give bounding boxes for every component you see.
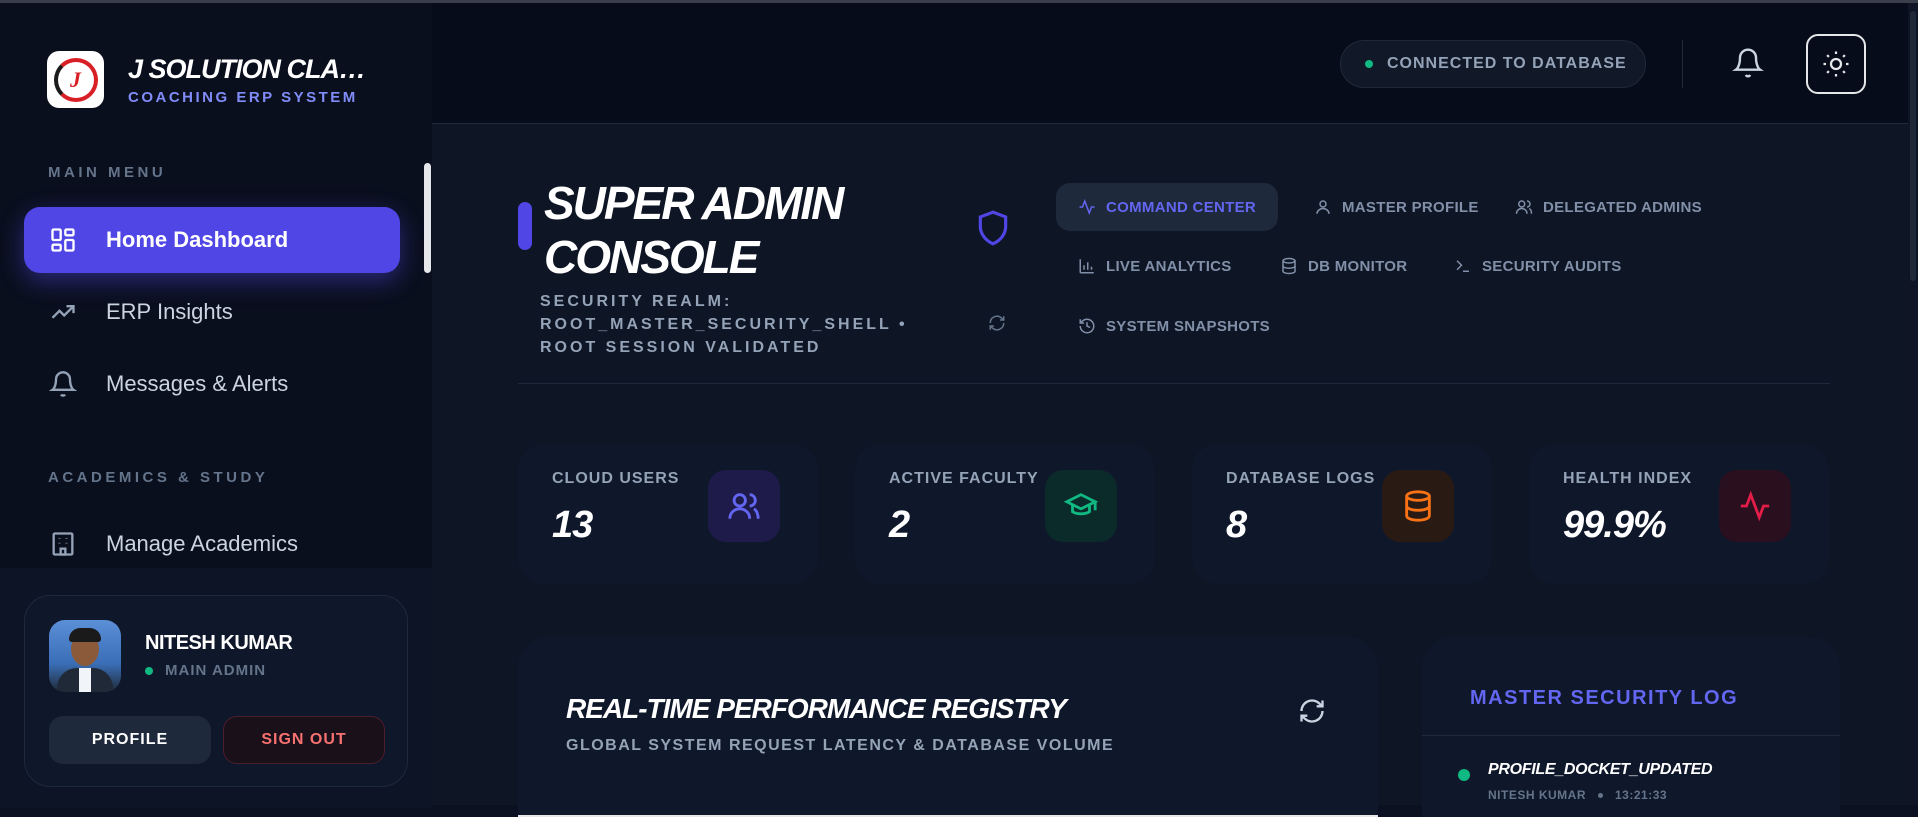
divider	[1682, 40, 1683, 88]
sign-out-button[interactable]: SIGN OUT	[223, 716, 385, 764]
stat-card-health-index[interactable]: HEALTH INDEX 99.9%	[1529, 444, 1829, 584]
log-event[interactable]: PROFILE_DOCKET_UPDATED	[1488, 761, 1713, 779]
divider	[1422, 735, 1840, 736]
stat-value: 2	[889, 504, 910, 546]
sidebar-footer: NITESH KUMAR MAIN ADMIN PROFILE SIGN OUT	[0, 568, 432, 808]
stat-card-database-logs[interactable]: DATABASE LOGS 8	[1192, 444, 1492, 584]
bell-icon	[48, 369, 78, 399]
log-status-dot	[1458, 769, 1470, 781]
sidebar-scrollbar[interactable]	[424, 163, 431, 273]
stat-value: 8	[1226, 504, 1247, 546]
graduation-cap-icon	[1045, 470, 1117, 542]
page-title: SUPER ADMIN CONSOLE	[544, 177, 844, 283]
sidebar-item-label: Manage Academics	[106, 531, 298, 556]
section-label-main-menu: MAIN MENU	[48, 164, 167, 181]
stat-label: ACTIVE FACULTY	[889, 470, 1039, 487]
sidebar: J J SOLUTION CLASSES COACHING ERP SYSTEM…	[0, 3, 432, 808]
database-status-badge: CONNECTED TO DATABASE	[1340, 40, 1646, 88]
shield-icon	[978, 210, 1008, 246]
title-accent-bar	[518, 202, 532, 250]
header-divider	[518, 383, 1830, 384]
terminal-icon	[1456, 260, 1469, 272]
user-role: MAIN ADMIN	[145, 662, 266, 679]
sidebar-item-label: ERP Insights	[106, 299, 233, 324]
master-security-log-card: MASTER SECURITY LOG PROFILE_DOCKET_UPDAT…	[1422, 637, 1840, 817]
stat-label: CLOUD USERS	[552, 470, 680, 487]
database-icon	[1282, 257, 1296, 275]
sidebar-item-home-dashboard[interactable]: Home Dashboard	[24, 207, 400, 273]
refresh-session-icon[interactable]	[988, 314, 1006, 332]
sidebar-item-messages-alerts[interactable]: Messages & Alerts	[24, 351, 400, 417]
dashboard-icon	[48, 225, 78, 255]
stat-value: 13	[552, 504, 593, 546]
avatar[interactable]	[49, 620, 121, 692]
stat-label: DATABASE LOGS	[1226, 470, 1376, 487]
brand[interactable]: J J SOLUTION CLASSES COACHING ERP SYSTEM	[47, 51, 378, 108]
activity-icon	[1079, 198, 1095, 216]
tab-command-center[interactable]: COMMAND CENTER	[1056, 183, 1279, 231]
users-icon	[1515, 200, 1533, 214]
stat-label: HEALTH INDEX	[1563, 470, 1693, 487]
stat-card-active-faculty[interactable]: ACTIVE FACULTY 2	[855, 444, 1155, 584]
tab-live-analytics[interactable]: LIVE ANALYTICS	[1056, 242, 1254, 290]
online-status-dot	[145, 666, 153, 675]
user-card: NITESH KUMAR MAIN ADMIN PROFILE SIGN OUT	[24, 595, 408, 787]
brand-title: J SOLUTION CLASSES	[128, 53, 378, 84]
connected-status-dot	[1365, 60, 1373, 68]
history-icon	[1079, 318, 1095, 334]
brand-logo: J	[47, 51, 104, 108]
performance-registry-card: REAL-TIME PERFORMANCE REGISTRY GLOBAL SY…	[518, 637, 1378, 817]
logo-mark: J	[53, 57, 98, 102]
main-content: SUPER ADMIN CONSOLE SECURITY REALM: ROOT…	[432, 124, 1908, 817]
security-log-title: MASTER SECURITY LOG	[1470, 687, 1739, 709]
sidebar-item-label: Home Dashboard	[106, 227, 289, 252]
pulse-icon	[1719, 470, 1791, 542]
stat-card-cloud-users[interactable]: CLOUD USERS 13	[518, 444, 818, 584]
users-icon	[708, 470, 780, 542]
tab-db-monitor[interactable]: DB MONITOR	[1258, 242, 1429, 290]
user-name: NITESH KUMAR	[145, 632, 293, 654]
sun-icon	[1823, 51, 1849, 77]
building-icon	[48, 529, 78, 559]
page-scrollbar[interactable]	[1908, 3, 1918, 805]
trending-up-icon	[48, 297, 78, 327]
performance-subtitle: GLOBAL SYSTEM REQUEST LATENCY & DATABASE…	[566, 737, 1115, 754]
section-label-academics: ACADEMICS & STUDY	[48, 469, 269, 486]
bar-chart-icon	[1079, 259, 1094, 274]
security-realm-text: SECURITY REALM: ROOT_MASTER_SECURITY_SHE…	[540, 293, 908, 356]
tab-delegated-admins[interactable]: DELEGATED ADMINS	[1493, 183, 1724, 231]
profile-button[interactable]: PROFILE	[49, 716, 211, 764]
performance-title: REAL-TIME PERFORMANCE REGISTRY	[566, 693, 1067, 724]
sidebar-item-label: Messages & Alerts	[106, 371, 289, 396]
user-icon	[1316, 200, 1330, 214]
theme-toggle-button[interactable]	[1806, 34, 1866, 94]
stat-value: 99.9%	[1563, 504, 1667, 546]
database-icon	[1382, 470, 1454, 542]
tab-system-snapshots[interactable]: SYSTEM SNAPSHOTS	[1056, 302, 1292, 350]
refresh-icon[interactable]	[1298, 697, 1326, 725]
notifications-bell-icon[interactable]	[1732, 47, 1764, 79]
brand-subtitle: COACHING ERP SYSTEM	[128, 88, 358, 106]
sidebar-item-erp-insights[interactable]: ERP Insights	[24, 279, 400, 345]
tab-master-profile[interactable]: MASTER PROFILE	[1292, 183, 1501, 231]
tab-security-audits[interactable]: SECURITY AUDITS	[1432, 242, 1644, 290]
log-meta: NITESH KUMAR 13:21:33	[1488, 788, 1668, 802]
top-bar: CONNECTED TO DATABASE	[432, 3, 1918, 124]
